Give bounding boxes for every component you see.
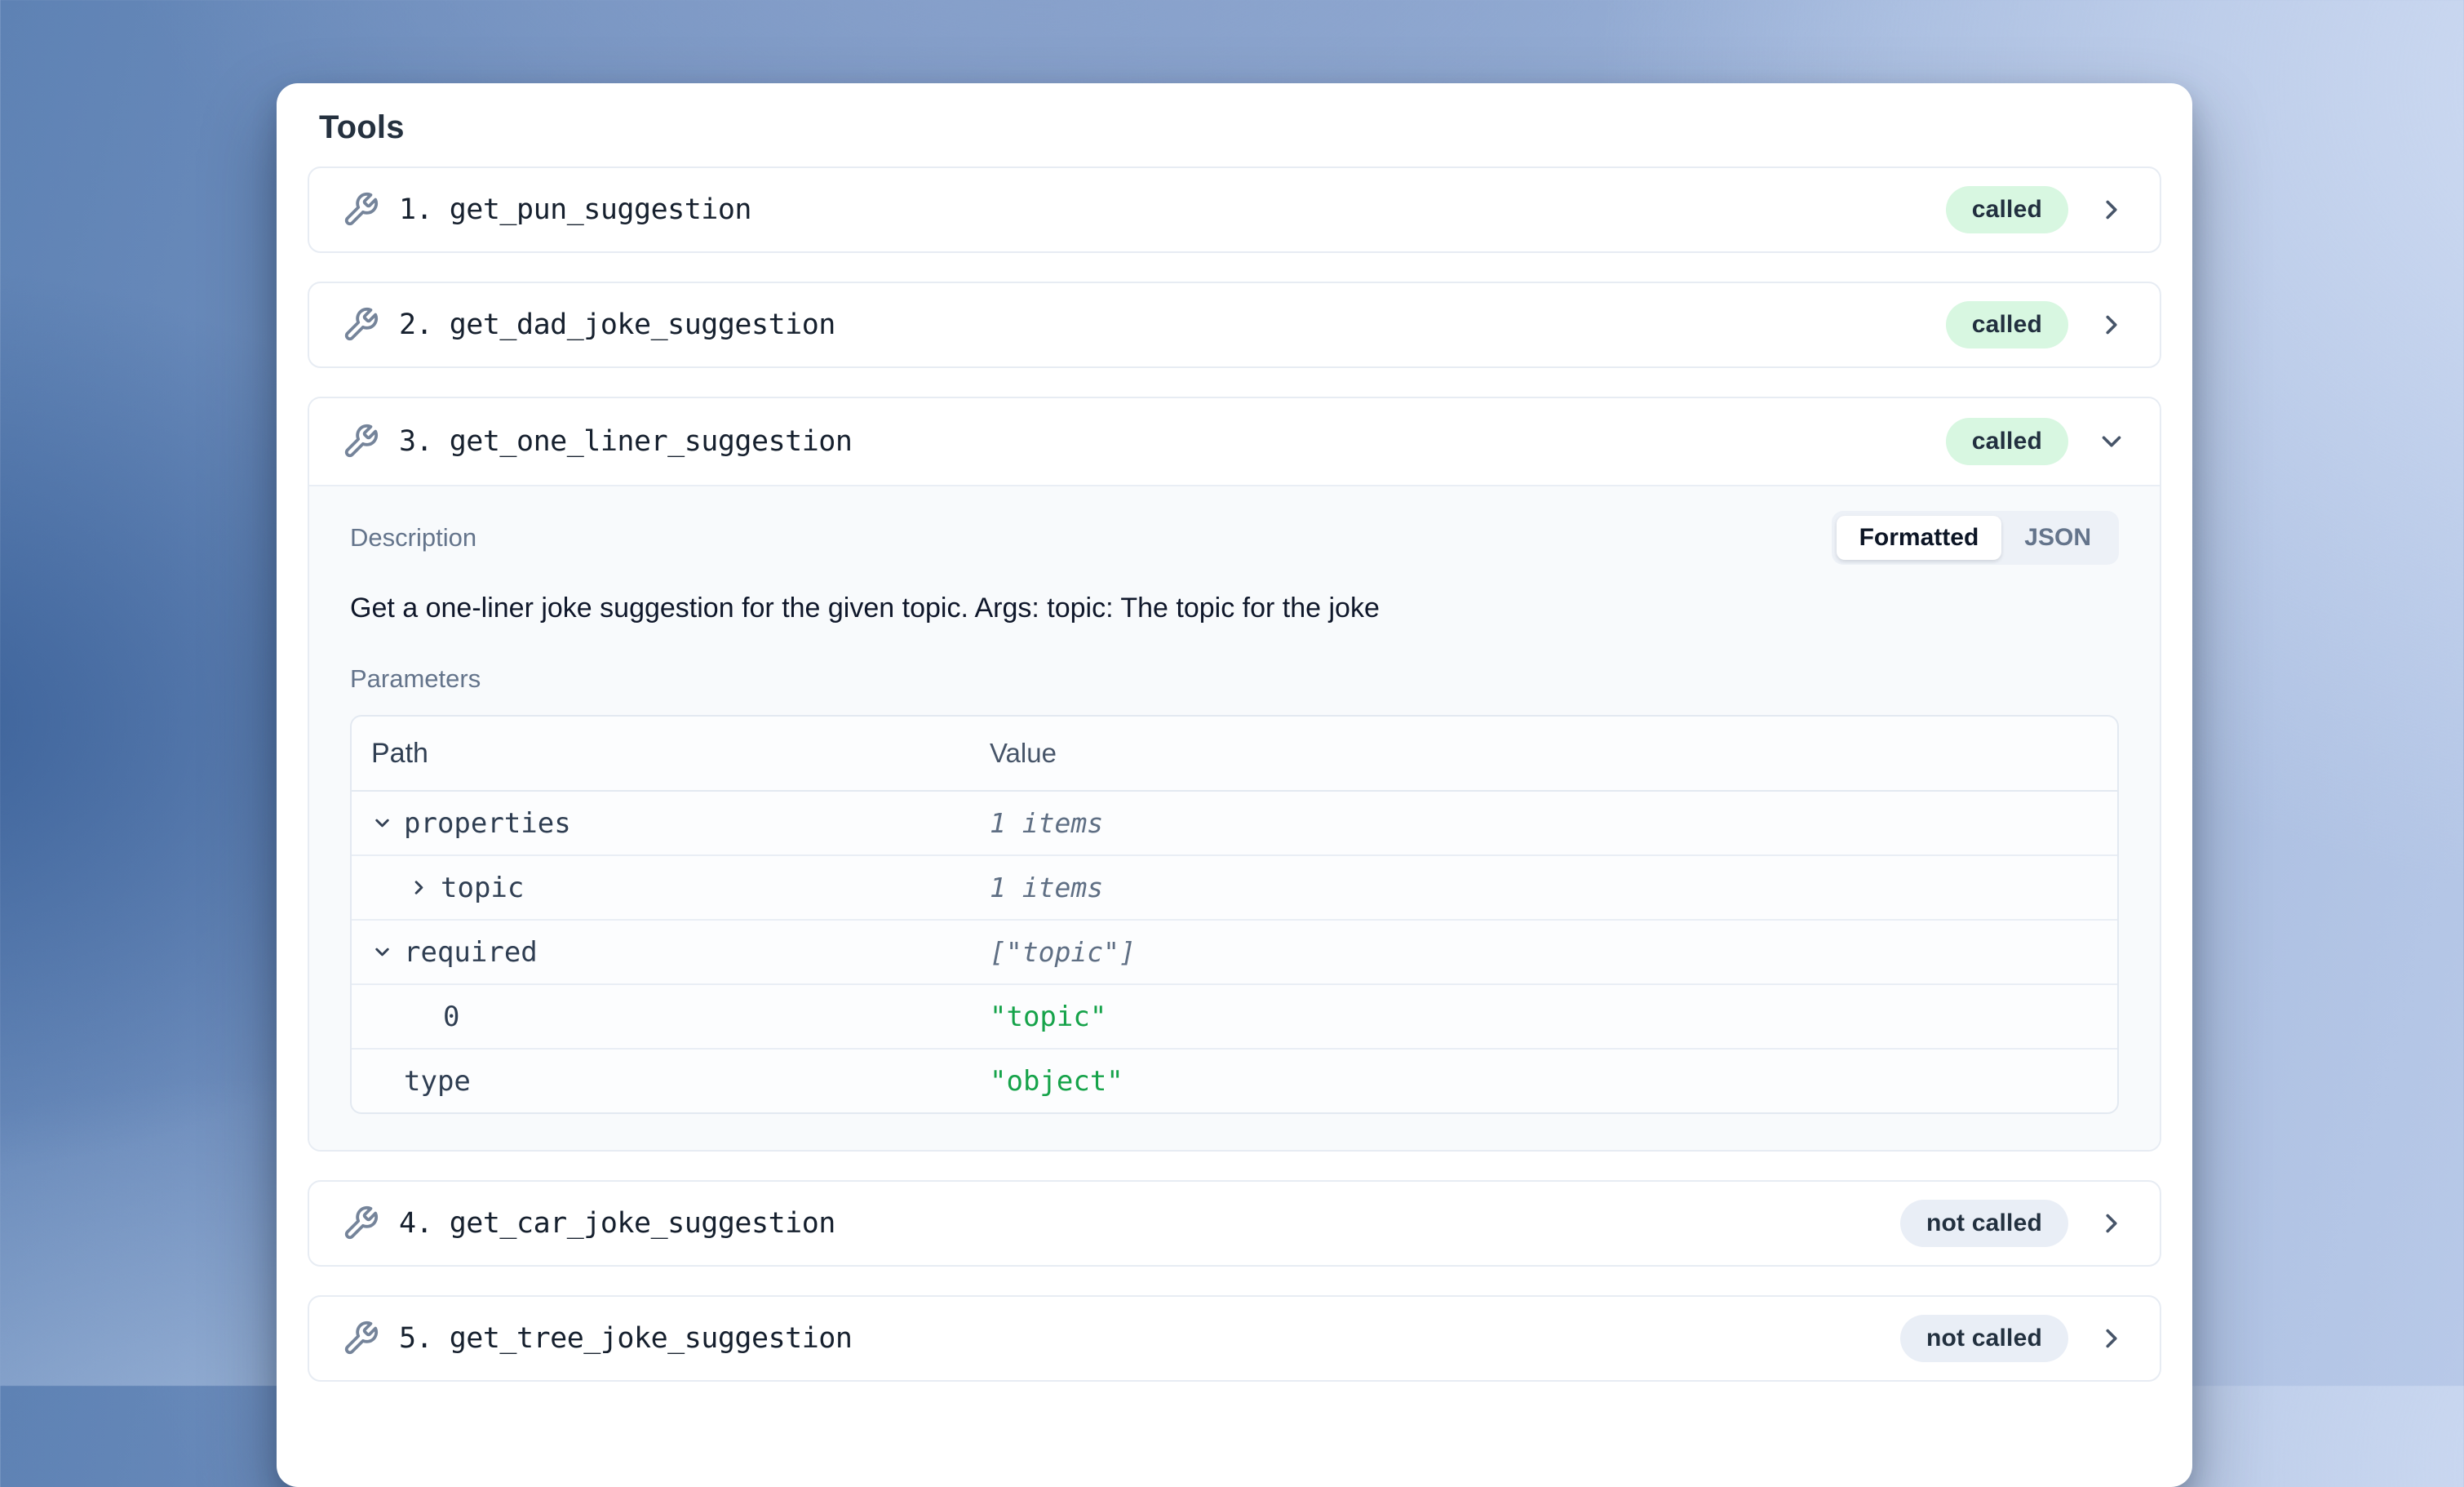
tool-row-get-one-liner-suggestion[interactable]: 3. get_one_liner_suggestion called <box>309 398 2160 486</box>
tool-row-get-pun-suggestion[interactable]: 1. get_pun_suggestion called <box>308 166 2161 253</box>
wrench-icon <box>342 1205 379 1242</box>
description-text: Get a one-liner joke suggestion for the … <box>350 589 2119 627</box>
param-key: required <box>404 936 538 969</box>
chevron-right-icon[interactable] <box>408 877 441 899</box>
tool-name: 4. get_car_joke_suggestion <box>399 1207 835 1240</box>
tool-name: 3. get_one_liner_suggestion <box>399 425 852 458</box>
param-value: ["topic"] <box>990 936 1136 968</box>
param-value: 1 items <box>990 807 1103 839</box>
chevron-down-icon[interactable] <box>371 812 404 834</box>
status-badge: called <box>1946 418 2068 465</box>
table-header: Path Value <box>352 717 2117 792</box>
toggle-json[interactable]: JSON <box>2001 516 2114 560</box>
tool-row-get-tree-joke-suggestion[interactable]: 5. get_tree_joke_suggestion not called <box>308 1295 2161 1382</box>
tool-row-get-car-joke-suggestion[interactable]: 4. get_car_joke_suggestion not called <box>308 1180 2161 1267</box>
chevron-down-icon[interactable] <box>2096 426 2127 457</box>
status-badge: not called <box>1900 1315 2068 1362</box>
desktop-background: Tools 1. get_pun_suggestion called 2. ge… <box>0 0 2464 1386</box>
param-key: 0 <box>443 1001 459 1033</box>
param-key: topic <box>441 872 524 904</box>
table-row-topic[interactable]: topic 1 items <box>352 856 2117 921</box>
table-row-properties[interactable]: properties 1 items <box>352 792 2117 856</box>
chevron-down-icon[interactable] <box>371 941 404 963</box>
tool-name: 5. get_tree_joke_suggestion <box>399 1322 852 1355</box>
tool-row-get-dad-joke-suggestion[interactable]: 2. get_dad_joke_suggestion called <box>308 282 2161 368</box>
wrench-icon <box>342 423 379 460</box>
param-key: type <box>404 1065 471 1098</box>
table-row-required-0: 0 "topic" <box>352 985 2117 1050</box>
tool-row-get-one-liner-suggestion-expanded: 3. get_one_liner_suggestion called Descr… <box>308 397 2161 1152</box>
chevron-right-icon[interactable] <box>2096 1208 2127 1239</box>
param-value: 1 items <box>990 872 1103 903</box>
toggle-formatted[interactable]: Formatted <box>1837 516 2002 560</box>
chevron-right-icon[interactable] <box>2096 1323 2127 1354</box>
status-badge: called <box>1946 186 2068 233</box>
param-key: properties <box>404 807 571 840</box>
status-badge: called <box>1946 301 2068 348</box>
table-row-type: type "object" <box>352 1050 2117 1112</box>
chevron-right-icon[interactable] <box>2096 194 2127 225</box>
tool-name: 2. get_dad_joke_suggestion <box>399 308 835 341</box>
description-label: Description <box>350 523 476 553</box>
param-value: "topic" <box>990 1001 1106 1033</box>
wrench-icon <box>342 306 379 344</box>
wrench-icon <box>342 191 379 229</box>
panel-title: Tools <box>319 108 2161 147</box>
table-row-required[interactable]: required ["topic"] <box>352 921 2117 985</box>
parameters-table: Path Value properties 1 items <box>350 715 2119 1114</box>
column-header-path: Path <box>352 738 990 770</box>
status-badge: not called <box>1900 1200 2068 1247</box>
tool-list: 1. get_pun_suggestion called 2. get_dad_… <box>308 166 2161 1382</box>
parameters-label: Parameters <box>350 664 2119 694</box>
tools-panel: Tools 1. get_pun_suggestion called 2. ge… <box>277 83 2192 1487</box>
wrench-icon <box>342 1320 379 1357</box>
chevron-right-icon[interactable] <box>2096 309 2127 340</box>
param-value: "object" <box>990 1065 1123 1098</box>
view-mode-toggle: Formatted JSON <box>1832 511 2119 565</box>
tool-name: 1. get_pun_suggestion <box>399 193 751 226</box>
column-header-value: Value <box>990 738 2117 769</box>
tool-detail-body: Description Formatted JSON Get a one-lin… <box>309 486 2160 1150</box>
